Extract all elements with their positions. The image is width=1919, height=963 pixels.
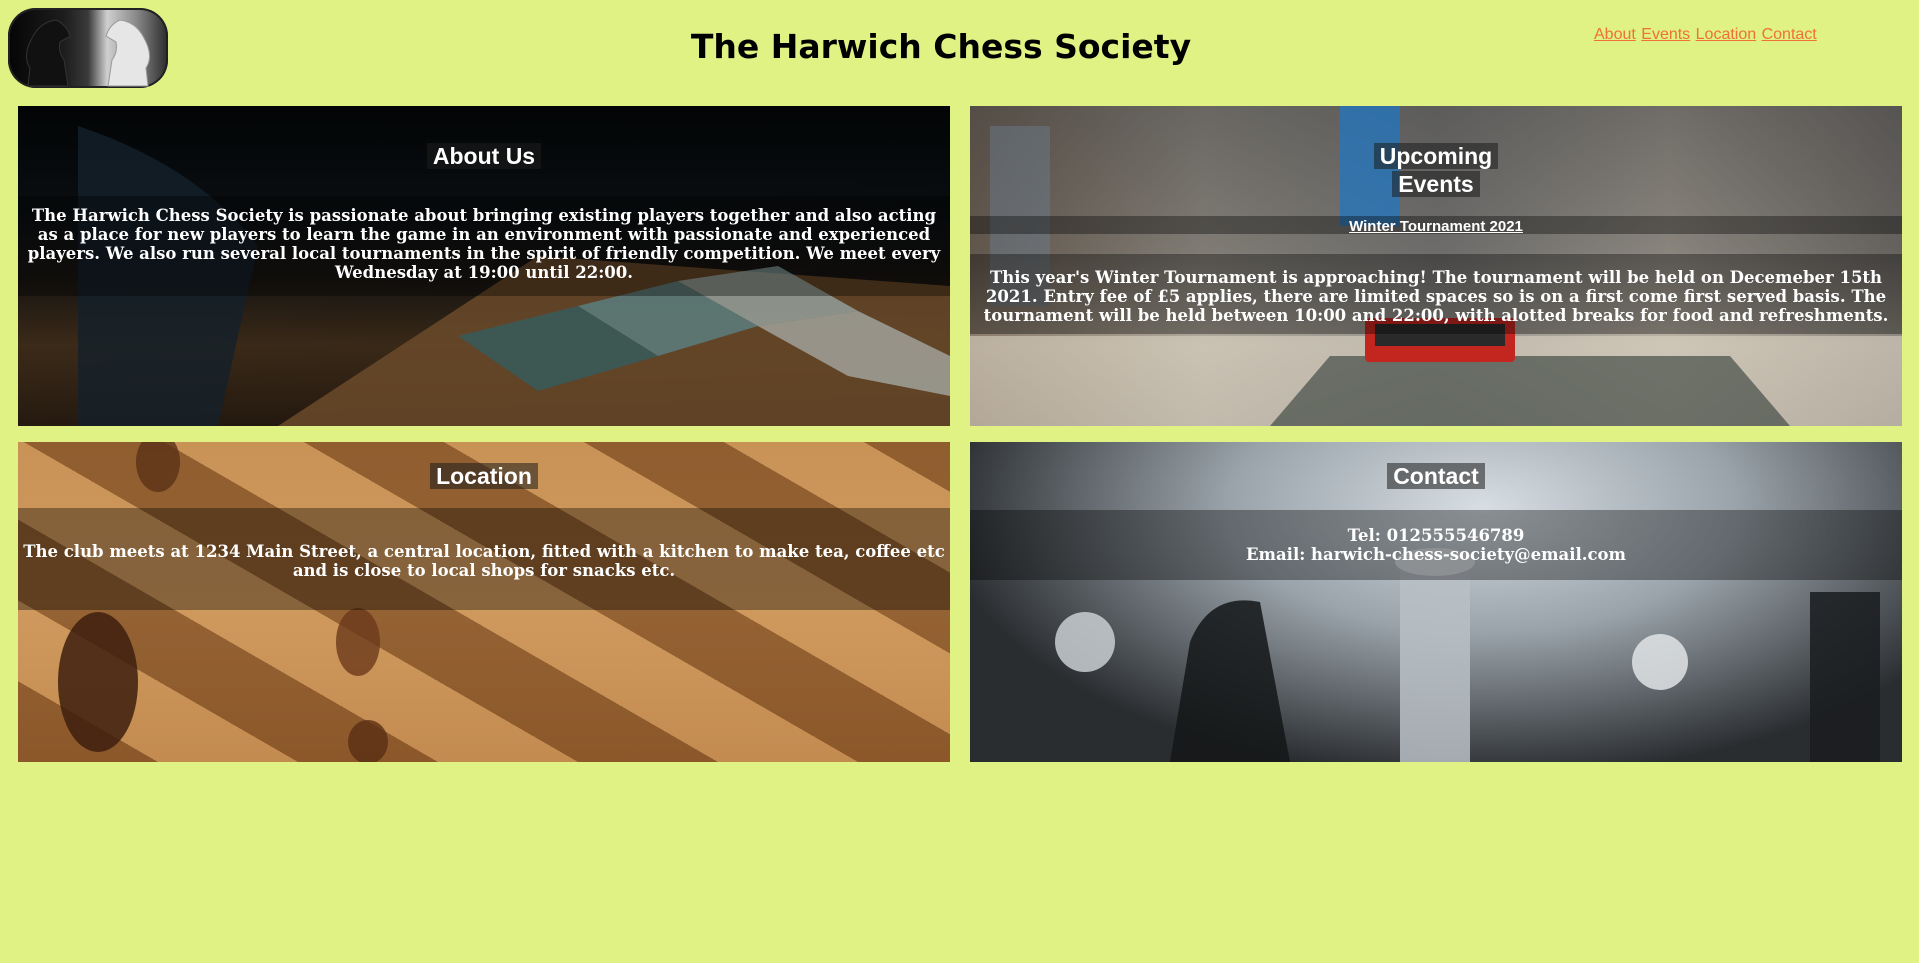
nav-link-events[interactable]: Events — [1641, 26, 1690, 43]
contact-email: Email: harwich-chess-society@email.com — [1245, 545, 1627, 564]
nav-link-contact[interactable]: Contact — [1762, 26, 1817, 43]
contact-heading: Contact — [970, 462, 1902, 490]
contact-heading-label: Contact — [1387, 463, 1485, 489]
location-description: The club meets at 1234 Main Street, a ce… — [23, 542, 945, 580]
events-heading-line1: Upcoming — [1373, 143, 1499, 169]
location-card: Location The club meets at 1234 Main Str… — [18, 442, 950, 762]
nav-link-about[interactable]: About — [1594, 26, 1636, 43]
nav-link-location[interactable]: Location — [1696, 26, 1757, 43]
events-card: Upcoming Events Winter Tournament 2021 T… — [970, 106, 1902, 426]
top-navigation: About Events Location Contact — [1594, 26, 1818, 44]
chess-pieces-image — [1055, 548, 1880, 762]
contact-background-image — [970, 442, 1902, 762]
contact-telephone: Tel: 012555546789 — [1347, 526, 1525, 545]
location-heading-label: Location — [430, 463, 538, 489]
events-heading: Upcoming Events — [970, 142, 1902, 198]
about-description: The Harwich Chess Society is passionate … — [27, 206, 941, 282]
contact-card: Contact Tel: 012555546789 Email: harwich… — [970, 442, 1902, 762]
about-heading-label: About Us — [426, 143, 542, 169]
location-heading: Location — [18, 462, 950, 490]
about-card: About Us The Harwich Chess Society is pa… — [18, 106, 950, 426]
about-heading: About Us — [18, 142, 950, 170]
events-heading-line2: Events — [1392, 171, 1480, 197]
event-link-winter-tournament[interactable]: Winter Tournament 2021 — [970, 218, 1902, 235]
events-description: This year's Winter Tournament is approac… — [983, 268, 1889, 325]
